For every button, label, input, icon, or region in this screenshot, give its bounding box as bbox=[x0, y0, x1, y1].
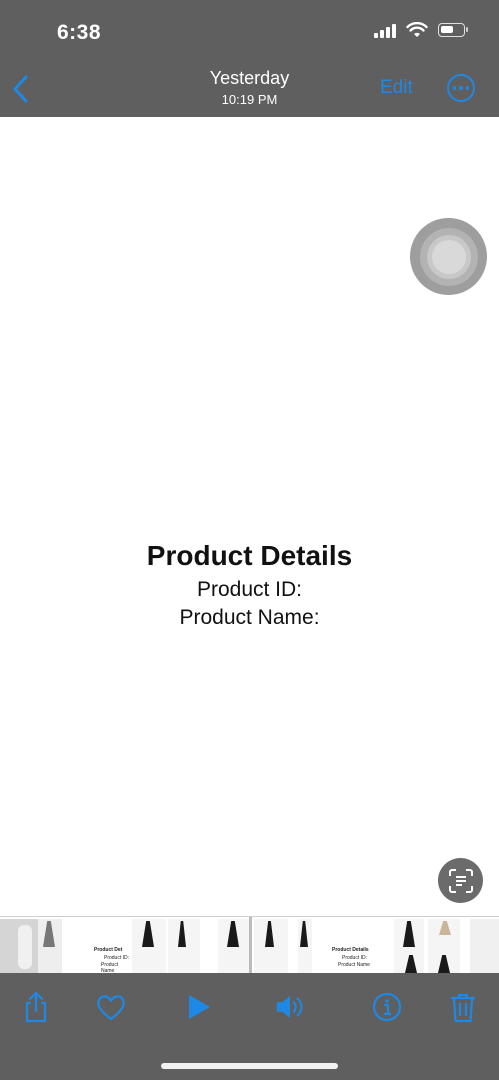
home-indicator[interactable] bbox=[161, 1063, 338, 1069]
volume-icon[interactable] bbox=[274, 991, 306, 1023]
play-icon[interactable] bbox=[182, 991, 214, 1023]
filmstrip[interactable]: Product Det Product ID: Product Name Pro… bbox=[0, 916, 499, 974]
assistive-touch-button[interactable] bbox=[410, 218, 487, 295]
live-text-icon bbox=[448, 868, 473, 893]
edit-button[interactable]: Edit bbox=[380, 77, 413, 99]
live-text-button[interactable] bbox=[438, 858, 483, 903]
filmstrip-thumb[interactable] bbox=[298, 919, 312, 974]
filmstrip-thumb[interactable] bbox=[0, 919, 38, 974]
filmstrip-thumb[interactable] bbox=[218, 919, 250, 974]
photo-content: Product Details Product ID: Product Name… bbox=[0, 540, 499, 630]
info-icon[interactable] bbox=[371, 991, 403, 1023]
filmstrip-thumb[interactable] bbox=[38, 919, 62, 974]
filmstrip-thumb-heading: Product Det bbox=[94, 947, 123, 953]
filmstrip-thumb[interactable] bbox=[394, 919, 424, 974]
more-options-icon[interactable] bbox=[447, 74, 475, 102]
filmstrip-thumb[interactable] bbox=[168, 919, 200, 974]
status-icons bbox=[374, 22, 468, 38]
filmstrip-thumb-line: Product Name bbox=[338, 962, 370, 968]
favorite-heart-icon[interactable] bbox=[95, 991, 127, 1023]
filmstrip-thumb[interactable] bbox=[470, 919, 499, 974]
filmstrip-thumb-heading: Product Details bbox=[332, 947, 369, 953]
filmstrip-thumb[interactable] bbox=[254, 919, 288, 974]
document-heading: Product Details bbox=[146, 540, 353, 571]
product-name-label: Product Name: bbox=[179, 606, 320, 629]
filmstrip-thumb-line: Product ID: bbox=[104, 955, 130, 961]
nav-title: Yesterday bbox=[209, 68, 290, 88]
wifi-icon bbox=[406, 22, 428, 37]
top-bar: 6:38 Yesterday 10:19 PM Edit bbox=[0, 0, 499, 117]
filmstrip-thumb[interactable]: Product Details Product ID: Product Name bbox=[316, 919, 388, 974]
trash-icon[interactable] bbox=[447, 991, 479, 1023]
cellular-signal-icon bbox=[374, 22, 396, 38]
filmstrip-thumb[interactable] bbox=[428, 919, 460, 974]
nav-subtitle: 10:19 PM bbox=[221, 92, 278, 107]
filmstrip-thumb[interactable] bbox=[132, 919, 166, 974]
share-icon[interactable] bbox=[20, 991, 52, 1023]
filmstrip-thumb[interactable]: Product Det Product ID: Product Name bbox=[64, 919, 130, 974]
battery-icon bbox=[438, 23, 468, 37]
status-time: 6:38 bbox=[57, 21, 102, 44]
filmstrip-thumb-line: Product ID: bbox=[342, 955, 368, 961]
product-id-label: Product ID: bbox=[196, 578, 303, 601]
